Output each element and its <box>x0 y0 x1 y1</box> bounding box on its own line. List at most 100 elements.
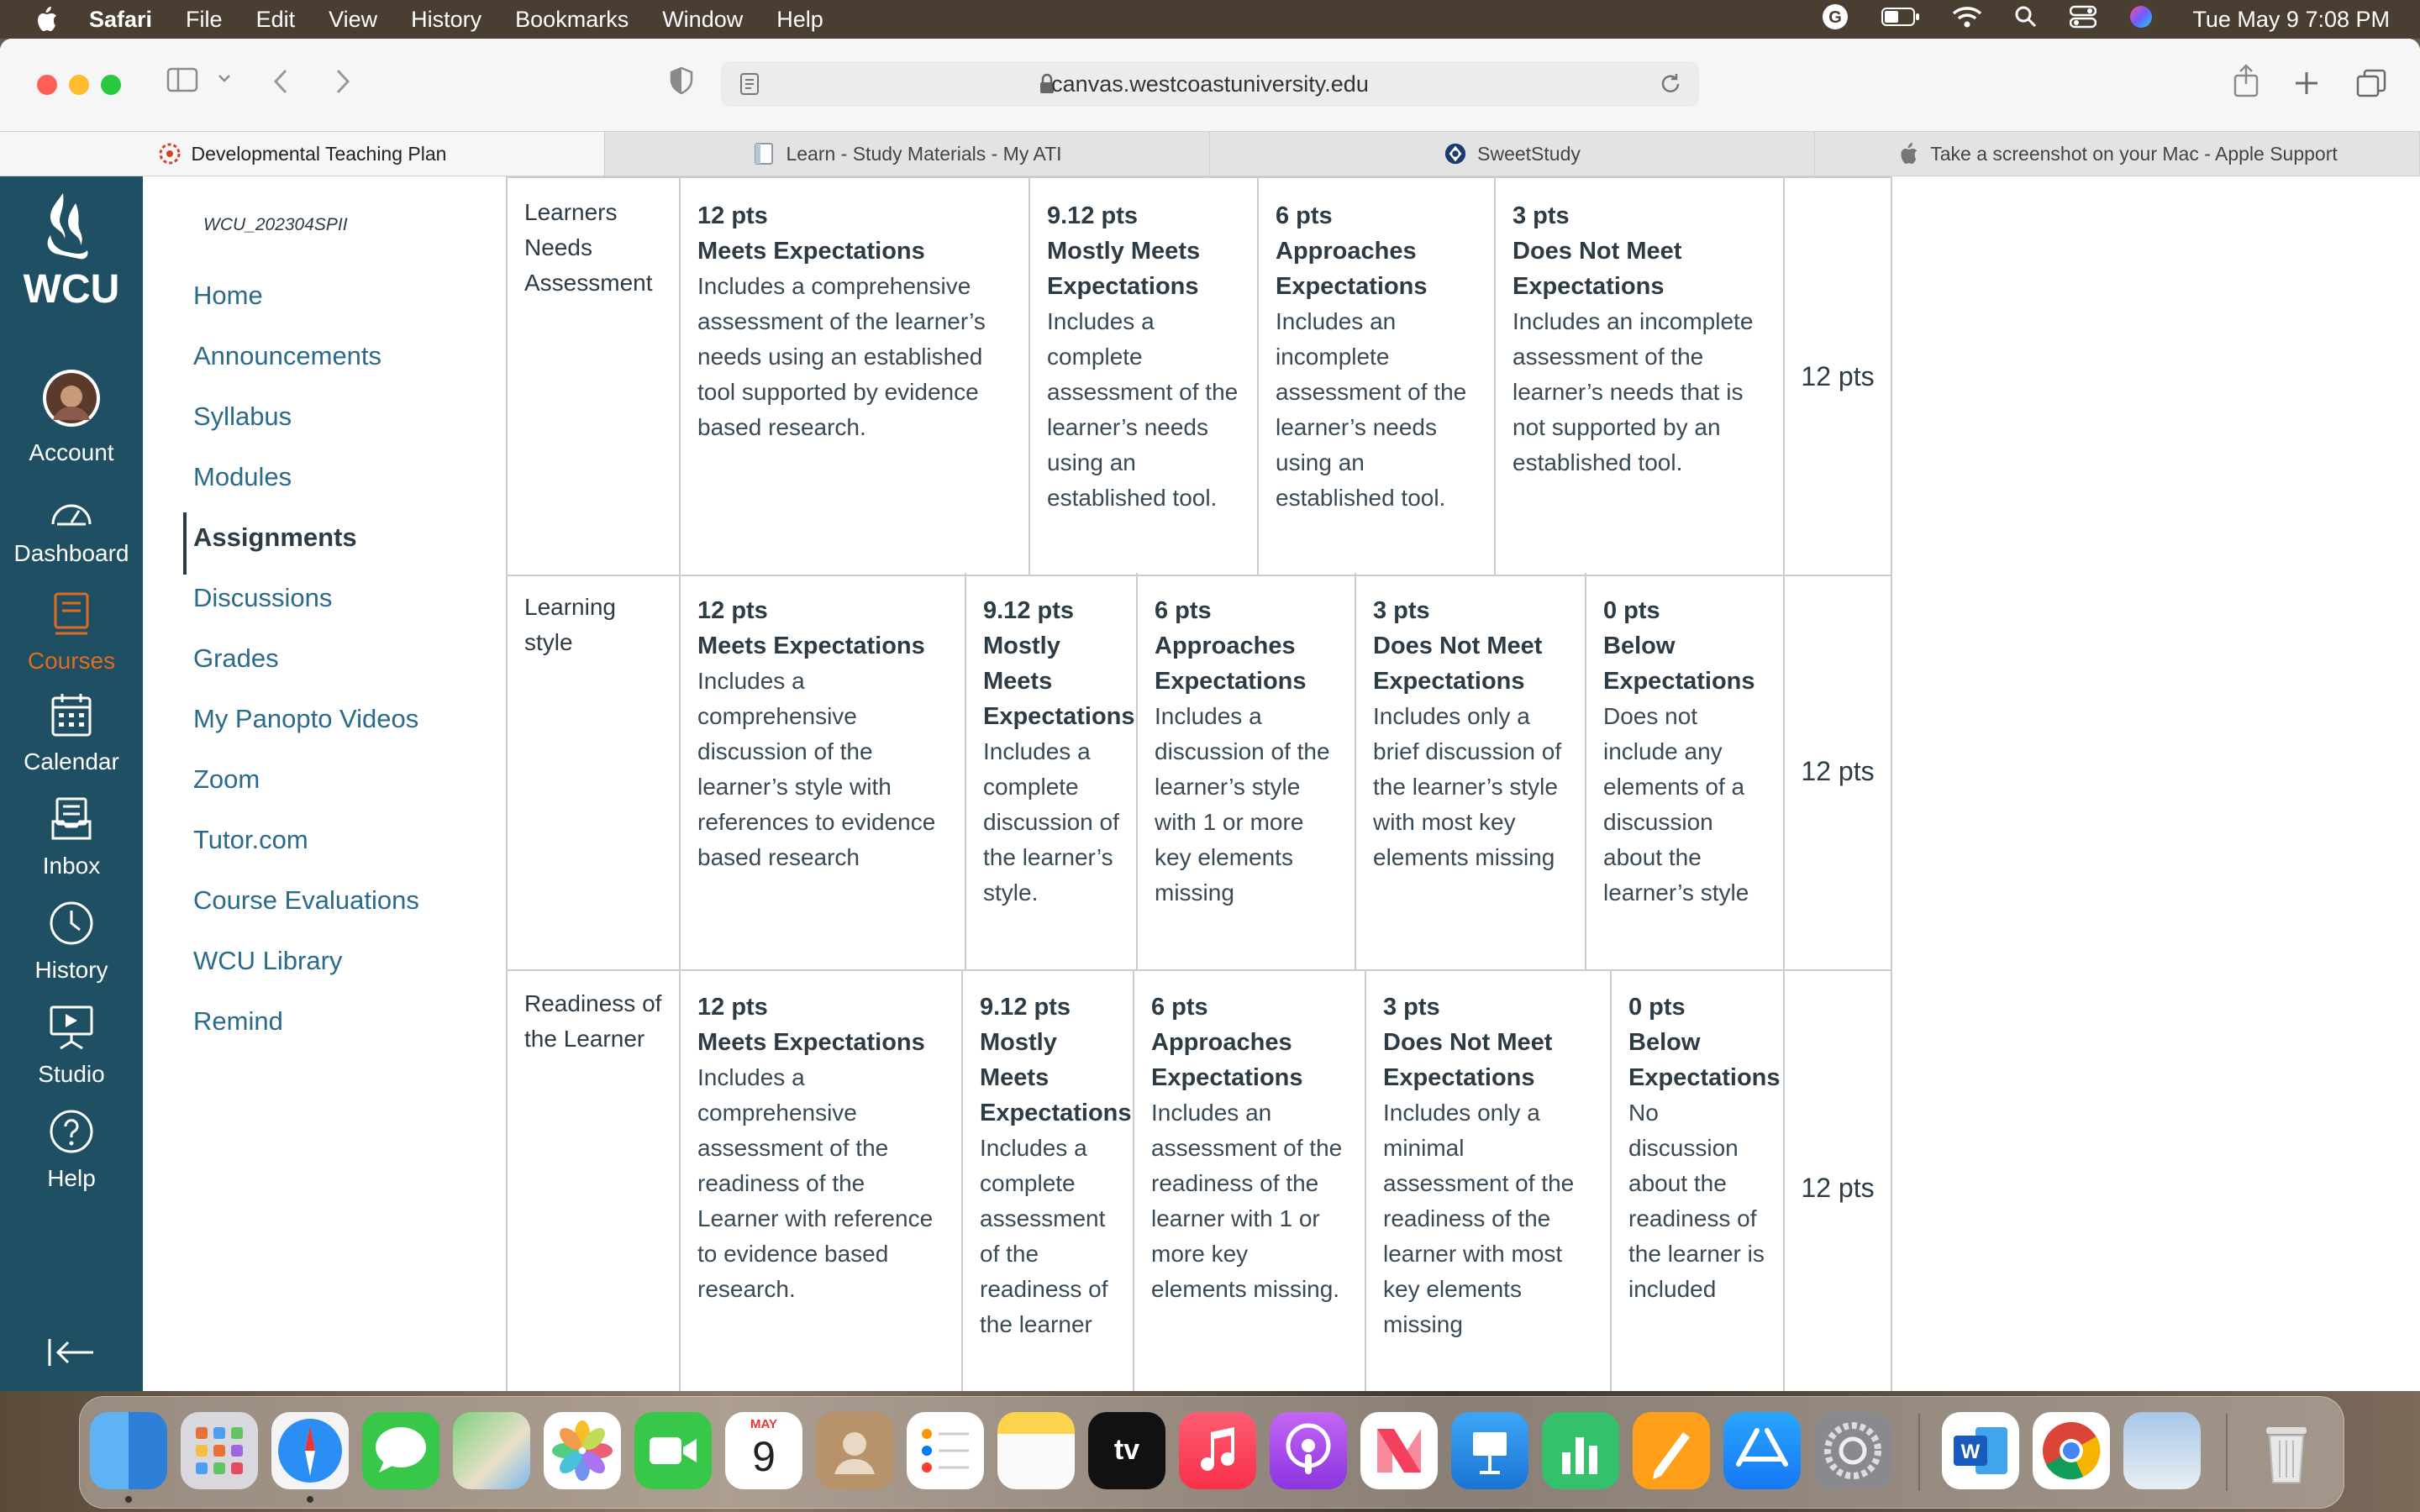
menu-help[interactable]: Help <box>776 7 823 33</box>
preview-icon[interactable] <box>2123 1412 2201 1489</box>
pages-icon[interactable] <box>1633 1412 1710 1489</box>
rating-cell: 0 pts Below Expectations Does not includ… <box>1586 573 1785 969</box>
menu-app-name[interactable]: Safari <box>89 7 152 33</box>
course-nav-assignments[interactable]: Assignments <box>193 522 357 553</box>
url-text[interactable]: canvas.westcoastuniversity.edu <box>721 61 1699 107</box>
share-icon[interactable] <box>2232 64 2260 102</box>
rating-title: Approaches Expectations <box>1151 1029 1303 1091</box>
course-nav-panopto[interactable]: My Panopto Videos <box>193 704 418 734</box>
rating-description: Includes a complete assessment of the re… <box>980 1135 1108 1337</box>
course-nav-modules[interactable]: Modules <box>193 462 292 492</box>
course-nav-grades[interactable]: Grades <box>193 643 279 674</box>
nav-studio[interactable]: Studio <box>0 1005 143 1088</box>
reminders-icon[interactable] <box>907 1412 984 1489</box>
collapse-nav-icon[interactable] <box>46 1336 97 1373</box>
numbers-icon[interactable] <box>1542 1412 1619 1489</box>
rating-points: 12 pts <box>697 597 768 624</box>
course-nav-home[interactable]: Home <box>193 281 263 311</box>
course-nav-tutor[interactable]: Tutor.com <box>193 825 308 855</box>
spotlight-search-icon[interactable] <box>2014 5 2038 34</box>
zoom-window-button[interactable] <box>101 75 121 95</box>
forward-arrow-icon[interactable] <box>331 66 353 101</box>
sidebar-toggle-icon[interactable] <box>166 66 200 97</box>
course-nav-zoom[interactable]: Zoom <box>193 764 260 795</box>
rating-cell: 6 pts Approaches Expectations Includes a… <box>1134 969 1366 1391</box>
rating-title: Meets Expectations <box>697 1029 925 1056</box>
control-center-icon[interactable] <box>2070 5 2097 34</box>
menu-history[interactable]: History <box>411 7 481 33</box>
battery-icon[interactable] <box>1881 7 1920 33</box>
nav-label: Dashboard <box>13 540 129 566</box>
music-icon[interactable] <box>1179 1412 1256 1489</box>
news-icon[interactable] <box>1360 1412 1438 1489</box>
rating-title: Meets Expectations <box>697 238 925 265</box>
messages-icon[interactable] <box>362 1412 439 1489</box>
tab-bar: Developmental Teaching Plan Learn - Stud… <box>0 131 2420 176</box>
nav-help[interactable]: Help <box>0 1109 143 1192</box>
menu-bookmarks[interactable]: Bookmarks <box>515 7 629 33</box>
siri-icon[interactable] <box>2128 4 2154 35</box>
nav-courses[interactable]: Courses <box>0 591 143 675</box>
nav-inbox[interactable]: Inbox <box>0 796 143 879</box>
nav-dashboard[interactable]: Dashboard <box>0 496 143 567</box>
menu-window[interactable]: Window <box>662 7 743 33</box>
rating-points: 6 pts <box>1155 597 1212 624</box>
rating-description: Does not include any elements of a discu… <box>1603 703 1749 906</box>
facetime-icon[interactable] <box>634 1412 712 1489</box>
tab-overview-icon[interactable] <box>2356 69 2386 102</box>
grammarly-icon[interactable]: G <box>1821 3 1849 37</box>
wcu-logo[interactable]: WCU <box>17 185 126 312</box>
nav-history[interactable]: History <box>0 900 143 984</box>
rating-points: 6 pts <box>1151 994 1208 1021</box>
rating-cell: 12 pts Meets Expectations Includes a com… <box>681 969 963 1391</box>
rating-points: 3 pts <box>1373 597 1430 624</box>
course-nav-discussions[interactable]: Discussions <box>193 583 332 613</box>
chevron-down-icon[interactable] <box>217 71 232 90</box>
new-tab-icon[interactable] <box>2294 71 2319 100</box>
calendar-app-icon[interactable]: MAY 9 <box>725 1412 802 1489</box>
system-settings-icon[interactable] <box>1814 1412 1891 1489</box>
course-nav-remind[interactable]: Remind <box>193 1006 283 1037</box>
keynote-icon[interactable] <box>1451 1412 1528 1489</box>
podcasts-icon[interactable] <box>1270 1412 1347 1489</box>
tab-my-ati[interactable]: Learn - Study Materials - My ATI <box>605 132 1210 176</box>
menu-edit[interactable]: Edit <box>256 7 296 33</box>
course-code[interactable]: WCU_202304SPII <box>203 215 348 235</box>
course-nav-syllabus[interactable]: Syllabus <box>193 402 292 432</box>
contacts-icon[interactable] <box>816 1412 893 1489</box>
minimize-window-button[interactable] <box>69 75 89 95</box>
apple-menu-icon[interactable] <box>32 5 60 34</box>
course-nav-evaluations[interactable]: Course Evaluations <box>193 885 419 916</box>
apple-tv-icon[interactable]: tv <box>1088 1412 1165 1489</box>
menu-file[interactable]: File <box>186 7 223 33</box>
app-store-icon[interactable] <box>1723 1412 1801 1489</box>
tab-apple-support[interactable]: Take a screenshot on your Mac - Apple Su… <box>1815 132 2420 176</box>
course-nav-library[interactable]: WCU Library <box>193 946 342 976</box>
rating-description: Includes only a minimal assessment of th… <box>1383 1100 1575 1337</box>
finder-icon[interactable] <box>90 1412 167 1489</box>
safari-icon[interactable] <box>271 1412 349 1489</box>
reload-icon[interactable] <box>1659 71 1682 101</box>
address-bar[interactable]: canvas.westcoastuniversity.edu <box>721 61 1699 107</box>
privacy-shield-icon[interactable] <box>669 66 694 99</box>
tab-developmental-teaching-plan[interactable]: Developmental Teaching Plan <box>0 132 605 176</box>
tab-sweetstudy[interactable]: SweetStudy <box>1210 132 1815 176</box>
menu-clock[interactable]: Tue May 9 7:08 PM <box>2192 7 2390 33</box>
trash-icon[interactable] <box>2248 1412 2325 1489</box>
close-window-button[interactable] <box>37 75 57 95</box>
course-nav-announcements[interactable]: Announcements <box>193 341 381 371</box>
wifi-icon[interactable] <box>1952 5 1982 34</box>
tab-label: Developmental Teaching Plan <box>191 142 447 165</box>
word-icon[interactable]: W <box>1942 1412 2019 1489</box>
menu-view[interactable]: View <box>329 7 377 33</box>
nav-account[interactable]: Account <box>0 368 143 466</box>
notes-icon[interactable] <box>997 1412 1075 1489</box>
launchpad-icon[interactable] <box>181 1412 258 1489</box>
rating-cell: 9.12 pts Mostly Meets Expectations Inclu… <box>1030 178 1259 575</box>
maps-icon[interactable] <box>453 1412 530 1489</box>
criterion-total: 12 pts <box>1785 573 1892 969</box>
nav-calendar[interactable]: Calendar <box>0 692 143 775</box>
chrome-icon[interactable] <box>2033 1412 2110 1489</box>
back-arrow-icon[interactable] <box>271 66 292 101</box>
photos-icon[interactable] <box>544 1412 621 1489</box>
